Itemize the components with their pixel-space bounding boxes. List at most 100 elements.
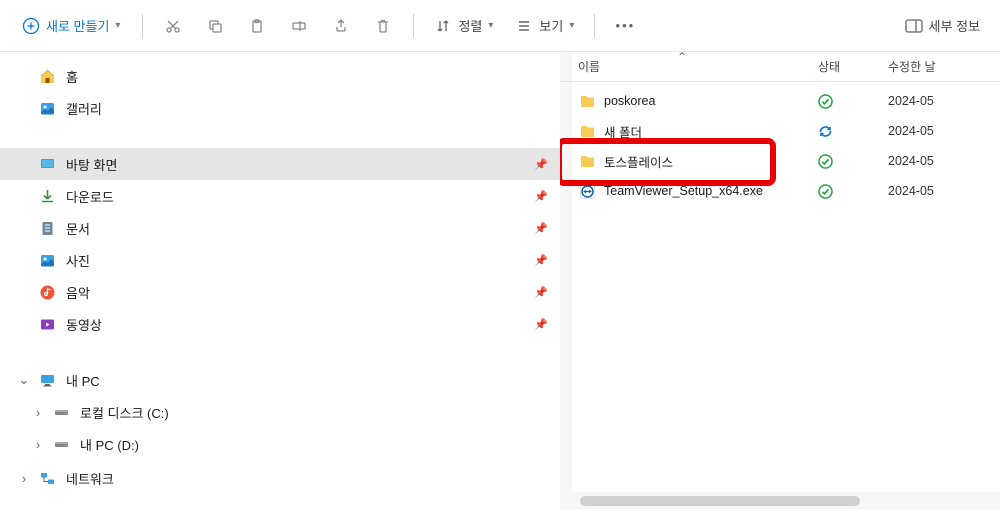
sidebar-item-network[interactable]: › 네트워크 xyxy=(0,462,560,494)
content-pane: ⌃ 이름 상태 수정한 날 poskorea 2024-05 xyxy=(560,52,1000,510)
chevron-down-icon[interactable]: ⌄ xyxy=(18,372,30,388)
network-icon xyxy=(38,469,56,487)
music-icon xyxy=(38,283,56,301)
drive-icon xyxy=(52,403,70,421)
scissors-icon xyxy=(164,17,182,35)
pin-icon: 📌 xyxy=(534,286,548,299)
pin-icon: 📌 xyxy=(534,158,548,171)
column-header: ⌃ 이름 상태 수정한 날 xyxy=(560,52,1000,82)
paste-button[interactable] xyxy=(239,8,275,44)
sidebar-documents-label: 문서 xyxy=(66,219,90,238)
chevron-right-icon[interactable]: › xyxy=(32,437,44,452)
toolbar-separator xyxy=(594,14,595,38)
teamviewer-icon xyxy=(578,182,596,200)
sidebar-music-label: 음악 xyxy=(66,283,90,302)
pictures-icon xyxy=(38,251,56,269)
details-button[interactable]: 세부 정보 xyxy=(897,8,988,44)
file-row[interactable]: 새 폴더 2024-05 xyxy=(578,116,1000,146)
synced-icon xyxy=(818,154,888,169)
download-icon xyxy=(38,187,56,205)
chevron-down-icon: ▾ xyxy=(569,20,574,31)
new-button-label: 새로 만들기 xyxy=(46,16,109,35)
chevron-down-icon: ▾ xyxy=(115,20,120,31)
column-modified[interactable]: 수정한 날 xyxy=(888,58,1000,75)
pin-icon: 📌 xyxy=(534,254,548,267)
sidebar-pc-drive-label: 내 PC (D:) xyxy=(80,435,139,454)
toolbar: 새로 만들기 ▾ 정렬 ▾ xyxy=(0,0,1000,52)
file-row[interactable]: poskorea 2024-05 xyxy=(578,86,1000,116)
view-button[interactable]: 보기 ▾ xyxy=(507,8,582,44)
file-date: 2024-05 xyxy=(888,124,1000,138)
more-button[interactable]: ••• xyxy=(607,8,643,44)
drive-icon xyxy=(52,435,70,453)
folder-icon xyxy=(578,92,596,110)
sidebar-pictures-label: 사진 xyxy=(66,251,90,270)
list-icon xyxy=(515,17,533,35)
sidebar-network-label: 네트워크 xyxy=(66,469,114,488)
column-status[interactable]: 상태 xyxy=(818,58,888,75)
rename-icon xyxy=(290,17,308,35)
synced-icon xyxy=(818,94,888,109)
pin-icon: 📌 xyxy=(534,318,548,331)
toolbar-separator xyxy=(142,14,143,38)
sidebar-item-gallery[interactable]: 갤러리 xyxy=(0,92,560,124)
toolbar-separator xyxy=(413,14,414,38)
delete-button[interactable] xyxy=(365,8,401,44)
copy-button[interactable] xyxy=(197,8,233,44)
sidebar-item-music[interactable]: 음악 📌 xyxy=(0,276,560,308)
sidebar-gallery-label: 갤러리 xyxy=(66,99,102,118)
cut-button[interactable] xyxy=(155,8,191,44)
column-name[interactable]: 이름 xyxy=(578,58,818,75)
sidebar-item-documents[interactable]: 문서 📌 xyxy=(0,212,560,244)
copy-icon xyxy=(206,17,224,35)
share-button[interactable] xyxy=(323,8,359,44)
file-name: poskorea xyxy=(604,94,655,108)
quick-access-group: 바탕 화면 📌 다운로드 📌 문서 📌 xyxy=(0,148,560,340)
main-area: 홈 갤러리 바탕 화면 📌 다운로드 📌 xyxy=(0,52,1000,510)
trash-icon xyxy=(374,17,392,35)
sidebar-item-pictures[interactable]: 사진 📌 xyxy=(0,244,560,276)
sidebar-my-pc-label: 내 PC xyxy=(66,371,100,390)
sidebar-item-pc-drive[interactable]: › 내 PC (D:) xyxy=(0,428,560,460)
file-list: poskorea 2024-05 새 폴더 xyxy=(560,82,1000,492)
sort-icon xyxy=(434,17,452,35)
sidebar-home-label: 홈 xyxy=(66,67,78,86)
details-label: 세부 정보 xyxy=(929,16,980,35)
sidebar-item-downloads[interactable]: 다운로드 📌 xyxy=(0,180,560,212)
sidebar-item-home[interactable]: 홈 xyxy=(0,60,560,92)
folder-icon xyxy=(578,152,596,170)
home-icon xyxy=(38,67,56,85)
sidebar-item-desktop[interactable]: 바탕 화면 📌 xyxy=(0,148,560,180)
sidebar-desktop-label: 바탕 화면 xyxy=(66,155,117,174)
file-name: 토스플레이스 xyxy=(604,152,673,171)
file-row[interactable]: TeamViewer_Setup_x64.exe 2024-05 xyxy=(578,176,1000,206)
pin-icon: 📌 xyxy=(534,190,548,203)
video-icon xyxy=(38,315,56,333)
sort-ascending-icon: ⌃ xyxy=(676,52,688,64)
file-date: 2024-05 xyxy=(888,154,1000,168)
chevron-right-icon[interactable]: › xyxy=(32,405,44,420)
clipboard-icon xyxy=(248,17,266,35)
monitor-icon xyxy=(38,371,56,389)
horizontal-scrollbar[interactable] xyxy=(560,492,1000,510)
sidebar-item-videos[interactable]: 동영상 📌 xyxy=(0,308,560,340)
details-panel-icon xyxy=(905,17,923,35)
navigation-sidebar: 홈 갤러리 바탕 화면 📌 다운로드 📌 xyxy=(0,52,560,510)
file-date: 2024-05 xyxy=(888,184,1000,198)
sidebar-item-my-pc[interactable]: ⌄ 내 PC xyxy=(0,364,560,396)
sidebar-videos-label: 동영상 xyxy=(66,315,102,334)
syncing-icon xyxy=(818,124,888,139)
scrollbar-thumb[interactable] xyxy=(580,496,860,506)
new-button[interactable]: 새로 만들기 ▾ xyxy=(12,8,130,44)
file-row[interactable]: 토스플레이스 2024-05 xyxy=(578,146,1000,176)
gallery-icon xyxy=(38,99,56,117)
chevron-down-icon: ▾ xyxy=(488,20,493,31)
chevron-right-icon[interactable]: › xyxy=(18,471,30,486)
sidebar-local-disk-label: 로컬 디스크 (C:) xyxy=(80,403,169,422)
file-name: 새 폴더 xyxy=(604,122,642,141)
view-label: 보기 xyxy=(539,16,563,35)
rename-button[interactable] xyxy=(281,8,317,44)
sidebar-item-local-disk[interactable]: › 로컬 디스크 (C:) xyxy=(0,396,560,428)
sort-button[interactable]: 정렬 ▾ xyxy=(426,8,501,44)
pin-icon: 📌 xyxy=(534,222,548,235)
